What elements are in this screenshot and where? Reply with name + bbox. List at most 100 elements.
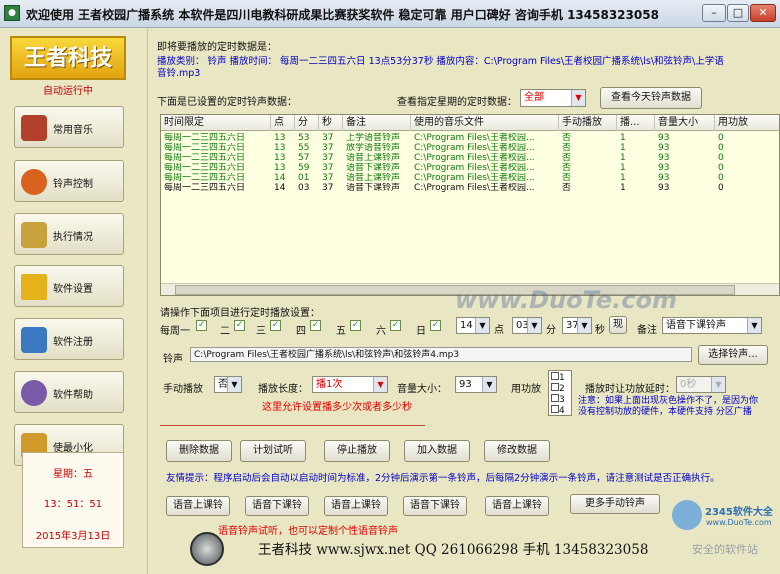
play-length-label: 播放长度： — [258, 384, 308, 395]
nav-register-button[interactable]: 软件注册 — [14, 318, 124, 360]
hour-select[interactable]: 14 ▼ — [456, 317, 490, 334]
table-row[interactable]: 每周一二三四五六日 13 57 37 语音上课铃声 C:\Program Files\王者… — [161, 153, 779, 163]
nav-settings-button[interactable]: 软件设置 — [14, 265, 124, 307]
chevron-down-icon: ▼ — [373, 377, 387, 392]
table-row[interactable]: 每周一二三四五六日 13 55 37 放学语音铃声 C:\Program Files\王者… — [161, 143, 779, 153]
amp-option-2[interactable]: 2 — [551, 383, 565, 394]
table-row[interactable]: 每周一二三四五六日 14 01 37 语音上课铃声 C:\Program Files\王者… — [161, 173, 779, 183]
col-time-limit[interactable]: 时间限定 — [161, 115, 271, 131]
row-music-file: C:\Program Files\王者校园... — [414, 153, 535, 163]
table-row[interactable]: 每周一二三四五六日 13 59 37 语音下课铃声 C:\Program Files\王者… — [161, 163, 779, 173]
chevron-down-icon: ▼ — [711, 377, 725, 392]
add-data-button[interactable]: 加入数据 — [404, 440, 470, 462]
row-hour: 13 — [274, 143, 286, 153]
chevron-down-icon: ▼ — [227, 377, 241, 392]
row-hour: 13 — [274, 153, 286, 163]
day-saturday-checkbox[interactable]: ✓ — [390, 320, 401, 331]
stop-play-button[interactable]: 停止播放 — [324, 440, 390, 462]
ring-path-input[interactable]: C:\Program Files\王者校园广播系统\ls\和弦铃声\和弦铃声4.… — [190, 347, 692, 362]
day-saturday-label: 六 — [376, 326, 386, 337]
day-sunday-checkbox[interactable]: ✓ — [430, 320, 441, 331]
col-second[interactable]: 秒 — [319, 115, 343, 131]
row-volume: 93 — [658, 163, 670, 173]
volume-select[interactable]: 93 ▼ — [455, 376, 497, 393]
row-manual: 否 — [562, 173, 572, 183]
view-today-button[interactable]: 查看今天铃声数据 — [600, 87, 702, 109]
table-row[interactable]: 每周一二三四五六日 14 03 37 语音下课铃声 C:\Program Files\王者… — [161, 183, 779, 193]
row-amplifier: 0 — [718, 183, 724, 193]
day-friday-checkbox[interactable]: ✓ — [350, 320, 361, 331]
col-hour[interactable]: 点 — [271, 115, 295, 131]
col-manual[interactable]: 手动播放 — [559, 115, 617, 131]
close-button[interactable]: ✕ — [750, 4, 776, 22]
col-music-file[interactable]: 使用的音乐文件 — [411, 115, 559, 131]
row-manual: 否 — [562, 183, 572, 193]
minute-select[interactable]: 03 ▼ — [512, 317, 542, 334]
maximize-button[interactable]: □ — [727, 4, 749, 22]
amp-option-3[interactable]: 3 — [551, 394, 565, 405]
nav-help-button[interactable]: 软件帮助 — [14, 371, 124, 413]
col-amplifier[interactable]: 用功放 — [715, 115, 779, 131]
row-manual: 否 — [562, 153, 572, 163]
delete-data-button[interactable]: 删除数据 — [166, 440, 232, 462]
preview-class-start-button[interactable]: 语音上课铃 — [166, 496, 230, 516]
amp-delay-label: 播放时让功放延时： — [585, 384, 675, 395]
col-minute[interactable]: 分 — [295, 115, 319, 131]
row-amplifier: 0 — [718, 133, 724, 143]
col-note[interactable]: 备注 — [343, 115, 411, 131]
row-amplifier: 0 — [718, 143, 724, 153]
row-time-limit: 每周一二三四五六日 — [164, 143, 246, 153]
row-time-limit: 每周一二三四五六日 — [164, 163, 246, 173]
second-label: 秒 — [595, 325, 605, 336]
day-sunday-label: 日 — [416, 326, 426, 337]
divider-line — [160, 425, 425, 426]
view-weekday-label: 查看指定星期的定时数据： — [397, 97, 517, 108]
col-volume[interactable]: 音量大小 — [655, 115, 715, 131]
row-second: 37 — [322, 153, 334, 163]
site-logo-icon — [672, 500, 702, 530]
row-second: 37 — [322, 143, 334, 153]
second-select[interactable]: 37 ▼ — [562, 317, 592, 334]
weekday-filter-select[interactable]: 全部 ▼ — [520, 89, 586, 107]
row-play-count: 1 — [620, 133, 626, 143]
day-thursday-checkbox[interactable]: ✓ — [310, 320, 321, 331]
row-second: 37 — [322, 163, 334, 173]
nav-label: 铃声控制 — [53, 179, 93, 190]
preview-class-start-button-3[interactable]: 语音上课铃 — [485, 496, 549, 516]
day-monday-checkbox[interactable]: ✓ — [196, 320, 207, 331]
preview-class-end-button[interactable]: 语音下课铃 — [245, 496, 309, 516]
amp-delay-select[interactable]: 0秒 ▼ — [676, 376, 726, 393]
more-manual-rings-button[interactable]: 更多手动铃声 — [570, 494, 660, 514]
choose-ring-button[interactable]: 选择铃声... — [698, 345, 768, 365]
amp-option-4[interactable]: 4 — [551, 405, 565, 416]
hour-value: 14 — [460, 320, 473, 331]
folder-lock-icon — [21, 222, 47, 248]
day-wednesday-checkbox[interactable]: ✓ — [270, 320, 281, 331]
day-tuesday-checkbox[interactable]: ✓ — [234, 320, 245, 331]
minute-label: 分 — [546, 325, 556, 336]
row-second: 37 — [322, 173, 334, 183]
row-amplifier: 0 — [718, 173, 724, 183]
modify-data-button[interactable]: 修改数据 — [484, 440, 550, 462]
preview-class-start-button-2[interactable]: 语音上课铃 — [324, 496, 388, 516]
nav-bell-control-button[interactable]: 铃声控制 — [14, 160, 124, 202]
row-second: 37 — [322, 133, 334, 143]
note-select[interactable]: 语音下课铃声 ▼ — [662, 317, 762, 334]
preview-plan-button[interactable]: 计划试听 — [240, 440, 306, 462]
play-length-select[interactable]: 播1次 ▼ — [312, 376, 388, 393]
manual-play-select[interactable]: 否 ▼ — [214, 376, 242, 393]
col-play-count[interactable]: 播... — [617, 115, 655, 131]
table-row[interactable]: 每周一二三四五六日 13 53 37 上学语音铃声 C:\Program Files\王者… — [161, 133, 779, 143]
amp-option-1[interactable]: 1 — [551, 372, 565, 383]
window-title: 欢迎使用 王者校园广播系统 本软件是四川电教科研成果比赛获奖软件 稳定可靠 用户… — [26, 8, 659, 22]
amplifier-list[interactable]: 1 2 3 4 — [548, 370, 572, 416]
nav-label: 软件设置 — [53, 284, 93, 295]
nav-music-button[interactable]: 常用音乐 — [14, 106, 124, 148]
preview-class-end-button-2[interactable]: 语音下课铃 — [403, 496, 467, 516]
nav-execution-button[interactable]: 执行情况 — [14, 213, 124, 255]
minimize-button[interactable]: – — [702, 4, 726, 22]
now-button[interactable]: 现 — [609, 316, 627, 334]
upcoming-detail: 播放类别： 铃声 播放时间： 每周一二三四五六日 13点53分37秒 播放内容：… — [157, 56, 724, 67]
day-friday-label: 五 — [336, 326, 346, 337]
row-play-count: 1 — [620, 143, 626, 153]
